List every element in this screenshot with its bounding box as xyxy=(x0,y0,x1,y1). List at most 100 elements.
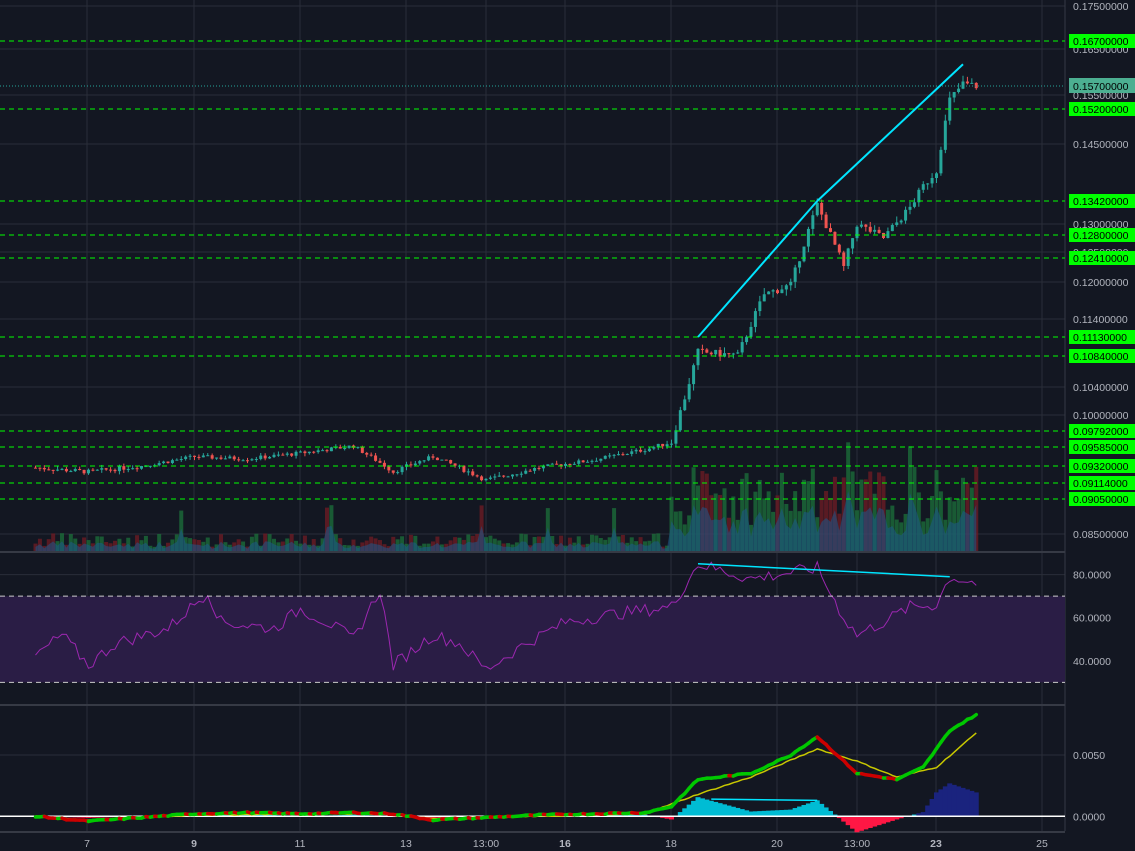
level-price-label: 0.09050000 xyxy=(1073,494,1129,506)
level-price-label: 0.09114000 xyxy=(1073,478,1128,490)
candle-body xyxy=(824,214,828,229)
macd-histogram-bar xyxy=(854,816,860,833)
candle-body xyxy=(851,238,855,249)
macd-histogram-bar xyxy=(779,810,785,817)
candle-body xyxy=(577,460,581,464)
candle-body xyxy=(387,466,391,471)
candle-body xyxy=(890,225,894,232)
macd-histogram-bar xyxy=(788,809,794,817)
candle-body xyxy=(219,457,223,459)
candle-body xyxy=(546,464,550,466)
candle-body xyxy=(188,455,192,457)
trading-chart[interactable]: 0.175000000.165000000.155000000.14500000… xyxy=(0,0,1135,851)
candle-body xyxy=(316,450,320,453)
level-price-label: 0.15200000 xyxy=(1073,104,1129,116)
horizontal-levels[interactable] xyxy=(0,40,1065,500)
candle-body xyxy=(325,450,329,452)
candle-body xyxy=(162,461,166,464)
level-price-label: 0.12410000 xyxy=(1073,253,1129,265)
candle-body xyxy=(533,467,537,471)
candle-body xyxy=(360,446,364,453)
candle-body xyxy=(290,453,294,456)
level-price-label: 0.11130000 xyxy=(1073,332,1127,344)
candle-body xyxy=(639,449,643,452)
candle-body xyxy=(413,463,417,466)
time-tick-label: 13:00 xyxy=(473,838,499,850)
macd-histogram-bar xyxy=(845,816,851,826)
price-tick-label: 0.17500000 xyxy=(1073,1,1129,13)
candle-body xyxy=(201,455,205,458)
macd-histogram-bar xyxy=(819,803,825,817)
candle-body xyxy=(625,453,629,455)
candle-body xyxy=(961,81,965,89)
time-axis[interactable]: 7 9 11 13 13:00 16 18 20 13:00 23 25 xyxy=(84,838,1048,850)
macd-histogram-bar xyxy=(828,810,833,817)
macd-histogram-bar xyxy=(872,816,878,827)
candle-body xyxy=(630,451,634,454)
candle-body xyxy=(846,248,850,266)
rsi-tick-label: 40.0000 xyxy=(1073,656,1111,668)
candle-body xyxy=(837,244,841,253)
candle-body xyxy=(599,458,603,461)
candle-body xyxy=(714,349,718,355)
candle-body xyxy=(237,459,241,461)
candle-body xyxy=(705,349,709,353)
candle-body xyxy=(594,460,598,462)
macd-histogram-bar xyxy=(766,810,772,817)
candle-body xyxy=(78,468,82,470)
macd-histogram-bar xyxy=(761,810,767,817)
candle-body xyxy=(294,451,298,456)
candle-body xyxy=(435,457,439,461)
macd-histogram-bar xyxy=(858,816,864,831)
candle-body xyxy=(475,475,479,477)
candle-body xyxy=(95,469,99,471)
macd-histogram-bar xyxy=(810,801,816,817)
candle-body xyxy=(537,467,541,469)
candle-body xyxy=(113,469,117,472)
candle-body xyxy=(943,120,947,150)
price-tick-label: 0.11400000 xyxy=(1073,314,1128,326)
candle-body xyxy=(873,229,877,232)
candle-body xyxy=(431,456,435,458)
candle-body xyxy=(789,281,793,286)
candle-body xyxy=(572,463,576,465)
candle-body xyxy=(727,353,731,355)
candle-body xyxy=(250,459,254,461)
candle-body xyxy=(753,311,757,327)
candle-body xyxy=(802,246,806,262)
candle-body xyxy=(502,475,506,477)
candle-body xyxy=(908,206,912,210)
candle-body xyxy=(369,454,373,456)
candle-body xyxy=(798,261,802,268)
candle-body xyxy=(184,456,188,460)
candle-body xyxy=(179,459,183,461)
candle-body xyxy=(104,468,108,470)
candle-body xyxy=(842,252,846,266)
candle-body xyxy=(259,455,263,459)
price-axis[interactable]: 0.175000000.165000000.155000000.14500000… xyxy=(1066,0,1135,851)
candle-body xyxy=(617,454,620,456)
candle-body xyxy=(100,468,104,470)
macd-histogram-bar xyxy=(881,816,886,824)
candle-body xyxy=(564,463,567,466)
candle-body xyxy=(904,209,908,221)
candle-body xyxy=(930,178,934,184)
candle-body xyxy=(131,468,135,470)
candle-body xyxy=(285,453,289,455)
candle-body xyxy=(678,410,682,431)
candle-body xyxy=(899,220,903,223)
candle-body xyxy=(109,469,113,471)
macd-histogram-bar xyxy=(735,807,741,817)
candle-body xyxy=(855,226,859,239)
macd-divergence-line xyxy=(711,798,818,802)
candle-body xyxy=(921,184,925,190)
candle-body xyxy=(811,215,815,229)
candle-body xyxy=(815,202,819,216)
candle-body xyxy=(762,294,766,302)
candle-body xyxy=(793,267,797,282)
candles xyxy=(34,75,978,482)
candle-body xyxy=(480,476,484,481)
time-tick-label: 13 xyxy=(400,838,412,850)
candle-body xyxy=(170,460,174,464)
candle-body xyxy=(232,456,236,460)
